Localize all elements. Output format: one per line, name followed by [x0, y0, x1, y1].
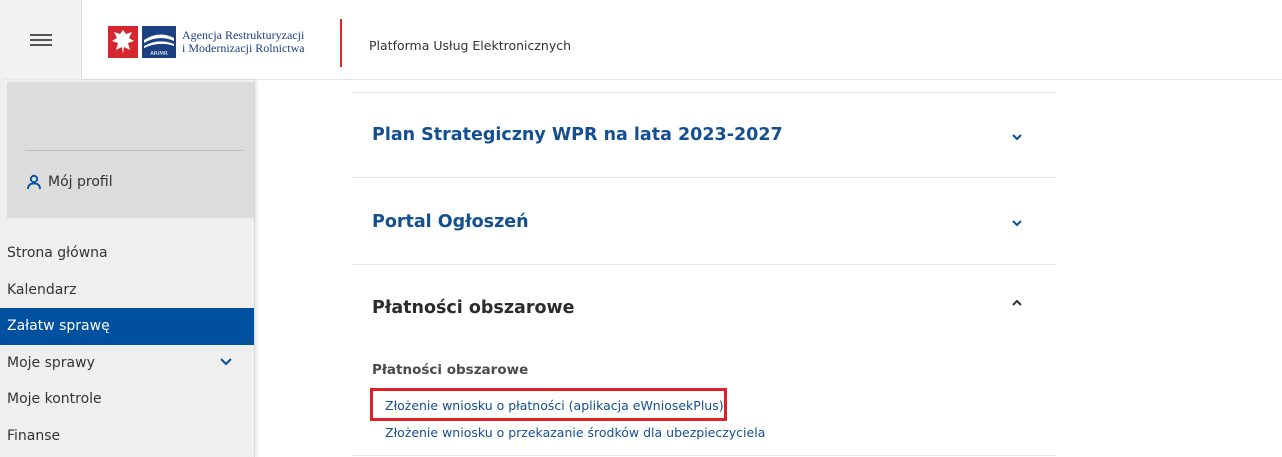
sidebar-item-my-inspections[interactable]: Moje kontrole: [0, 381, 254, 418]
sidebar-item-home[interactable]: Strona główna: [0, 235, 254, 272]
accordion-divider: [352, 455, 1055, 456]
sidebar-nav: Strona główna Kalendarz Załatw sprawę Mo…: [0, 235, 254, 454]
insurer-transfer-application-link[interactable]: Złożenie wniosku o przekazanie środków d…: [385, 425, 765, 440]
chevron-down-icon[interactable]: [220, 357, 232, 366]
accordion-divider: [352, 92, 1055, 93]
user-icon: [27, 174, 41, 190]
header-divider: [340, 19, 342, 67]
logo-line-2: i Modernizacji Rolnictwa: [182, 41, 305, 55]
chevron-down-icon[interactable]: [1012, 220, 1022, 227]
accordion-title-area-payments[interactable]: Płatności obszarowe: [372, 298, 575, 318]
sidebar-item-handle-matter[interactable]: Załatw sprawę: [0, 308, 254, 345]
arimr-logo[interactable]: ARiMR Agencja Restrukturyzacji i Moderni…: [108, 25, 305, 59]
hamburger-icon: [30, 34, 52, 46]
my-profile-link[interactable]: Mój profil: [26, 174, 113, 190]
svg-text:ARiMR: ARiMR: [150, 51, 168, 57]
chevron-down-icon[interactable]: [1012, 134, 1022, 141]
sidebar-item-label: Moje sprawy: [7, 354, 95, 371]
top-header: ARiMR Agencja Restrukturyzacji i Moderni…: [0, 0, 1282, 80]
accordion-divider: [352, 177, 1055, 178]
sidebar: Mój profil Strona główna Kalendarz Załat…: [0, 80, 255, 457]
sidebar-item-label: Moje kontrole: [7, 391, 102, 407]
sidebar-item-my-matters[interactable]: Moje sprawy: [0, 345, 254, 382]
arimr-emblem-icon: ARiMR: [142, 26, 176, 58]
chevron-up-icon[interactable]: [1012, 299, 1022, 306]
sidebar-item-label: Kalendarz: [7, 281, 77, 298]
sidebar-item-label: Załatw sprawę: [7, 318, 110, 334]
my-profile-label: Mój profil: [48, 174, 113, 190]
accordion-title-announcements[interactable]: Portal Ogłoszeń: [372, 212, 529, 232]
accordion-divider: [352, 264, 1055, 265]
accordion-title-wpr[interactable]: Plan Strategiczny WPR na lata 2023-2027: [372, 125, 783, 145]
platform-title: Platforma Usług Elektronicznych: [369, 38, 572, 53]
area-payments-subheading: Płatności obszarowe: [372, 362, 529, 378]
profile-divider: [25, 150, 243, 151]
eagle-emblem-icon: [108, 26, 138, 58]
submit-payment-application-link[interactable]: Złożenie wniosku o płatności (aplikacja …: [385, 398, 724, 413]
profile-panel: [7, 82, 254, 218]
logo-text: Agencja Restrukturyzacji i Modernizacji …: [182, 29, 305, 55]
sidebar-item-calendar[interactable]: Kalendarz: [0, 272, 254, 309]
sidebar-item-finances[interactable]: Finanse: [0, 418, 254, 455]
services-accordion: Plan Strategiczny WPR na lata 2023-2027 …: [352, 80, 1055, 457]
sidebar-item-label: Strona główna: [7, 245, 108, 261]
sidebar-item-label: Finanse: [7, 427, 61, 444]
menu-toggle-button[interactable]: [0, 0, 82, 80]
